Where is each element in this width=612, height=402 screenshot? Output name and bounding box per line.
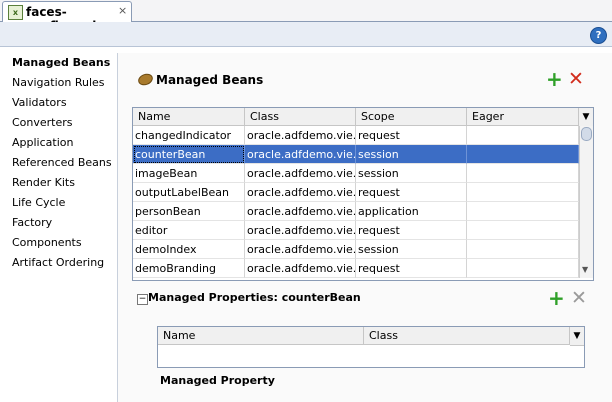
managed-property-heading: Managed Property xyxy=(160,374,275,387)
column-header-scope[interactable]: Scope xyxy=(356,108,467,126)
bean-name-cell[interactable]: imageBean xyxy=(133,164,245,183)
bean-eager-cell[interactable] xyxy=(467,221,579,240)
bean-name-cell[interactable]: editor xyxy=(133,221,245,240)
bean-class-cell[interactable]: oracle.adfdemo.vie... xyxy=(245,240,356,259)
bean-eager-cell[interactable] xyxy=(467,202,579,221)
column-header-name[interactable]: Name xyxy=(158,327,364,345)
nav-item-render-kits[interactable]: Render Kits xyxy=(12,176,75,189)
bean-scope-cell[interactable]: session xyxy=(356,145,467,164)
bean-eager-cell[interactable] xyxy=(467,164,579,183)
bean-name-cell[interactable]: demoIndex xyxy=(133,240,245,259)
nav-item-factory[interactable]: Factory xyxy=(12,216,52,229)
column-header-class[interactable]: Class xyxy=(364,327,570,345)
bean-eager-cell[interactable] xyxy=(467,183,579,202)
bean-class-cell[interactable]: oracle.adfdemo.vie... xyxy=(245,221,356,240)
column-header-eager[interactable]: Eager xyxy=(467,108,579,126)
bean-name-cell[interactable]: counterBean xyxy=(133,145,245,164)
overview-navigation: Managed Beans Navigation Rules Validator… xyxy=(0,53,118,402)
scrollbar-thumb[interactable] xyxy=(581,127,592,141)
editor-header-bar xyxy=(0,22,612,47)
bean-class-cell[interactable]: oracle.adfdemo.vie... xyxy=(245,202,356,221)
bean-scope-cell[interactable]: application xyxy=(356,202,467,221)
nav-item-components[interactable]: Components xyxy=(12,236,82,249)
column-header-class[interactable]: Class xyxy=(245,108,356,126)
nav-item-application[interactable]: Application xyxy=(12,136,73,149)
xml-file-icon: x xyxy=(8,5,23,20)
bean-scope-cell[interactable]: request xyxy=(356,221,467,240)
bean-eager-cell[interactable] xyxy=(467,240,579,259)
nav-item-artifact-ordering[interactable]: Artifact Ordering xyxy=(12,256,104,269)
collapse-toggle-icon[interactable]: − xyxy=(137,294,148,305)
bean-scope-cell[interactable]: request xyxy=(356,183,467,202)
nav-item-managed-beans[interactable]: Managed Beans xyxy=(12,56,110,69)
bean-name-cell[interactable]: personBean xyxy=(133,202,245,221)
column-menu-dropdown[interactable]: ▼ xyxy=(570,327,584,346)
nav-item-navigation-rules[interactable]: Navigation Rules xyxy=(12,76,105,89)
bean-class-cell[interactable]: oracle.adfdemo.vie... xyxy=(245,126,356,145)
close-tab-icon[interactable]: × xyxy=(118,4,127,17)
nav-item-referenced-beans[interactable]: Referenced Beans xyxy=(12,156,112,169)
bean-name-cell[interactable]: changedIndicator xyxy=(133,126,245,145)
help-icon[interactable]: ? xyxy=(590,27,607,44)
bean-class-cell[interactable]: oracle.adfdemo.vie... xyxy=(245,164,356,183)
managed-beans-heading: Managed Beans xyxy=(156,73,264,87)
add-bean-icon[interactable]: + xyxy=(546,69,563,89)
bean-class-cell[interactable]: oracle.adfdemo.vie... xyxy=(245,183,356,202)
vertical-scrollbar[interactable]: ▼ xyxy=(579,126,593,278)
editor-tab-faces-config[interactable]: x faces-config.xml × xyxy=(2,1,132,33)
bean-name-cell[interactable]: demoBranding xyxy=(133,259,245,278)
bean-class-cell[interactable]: oracle.adfdemo.vie... xyxy=(245,145,356,164)
managed-properties-heading: Managed Properties: counterBean xyxy=(148,291,361,304)
add-property-icon[interactable]: + xyxy=(548,288,565,308)
bean-scope-cell[interactable]: request xyxy=(356,259,467,278)
bean-eager-cell[interactable] xyxy=(467,126,579,145)
column-header-name[interactable]: Name xyxy=(133,108,245,126)
bean-eager-cell[interactable] xyxy=(467,145,579,164)
managed-beans-table: Name Class Scope Eager ▼ changedIndicato… xyxy=(132,107,594,281)
delete-property-icon: ✕ xyxy=(571,287,587,309)
managed-properties-table: Name Class ▼ xyxy=(157,326,585,368)
scroll-down-arrow-icon[interactable]: ▼ xyxy=(582,265,588,274)
delete-bean-icon[interactable]: ✕ xyxy=(568,70,584,89)
bean-class-cell[interactable]: oracle.adfdemo.vie... xyxy=(245,259,356,278)
nav-item-converters[interactable]: Converters xyxy=(12,116,73,129)
bean-scope-cell[interactable]: session xyxy=(356,164,467,183)
bean-scope-cell[interactable]: request xyxy=(356,126,467,145)
bean-scope-cell[interactable]: session xyxy=(356,240,467,259)
bean-eager-cell[interactable] xyxy=(467,259,579,278)
nav-item-validators[interactable]: Validators xyxy=(12,96,67,109)
bean-name-cell[interactable]: outputLabelBean xyxy=(133,183,245,202)
column-menu-dropdown[interactable]: ▼ xyxy=(579,108,593,127)
nav-item-life-cycle[interactable]: Life Cycle xyxy=(12,196,65,209)
